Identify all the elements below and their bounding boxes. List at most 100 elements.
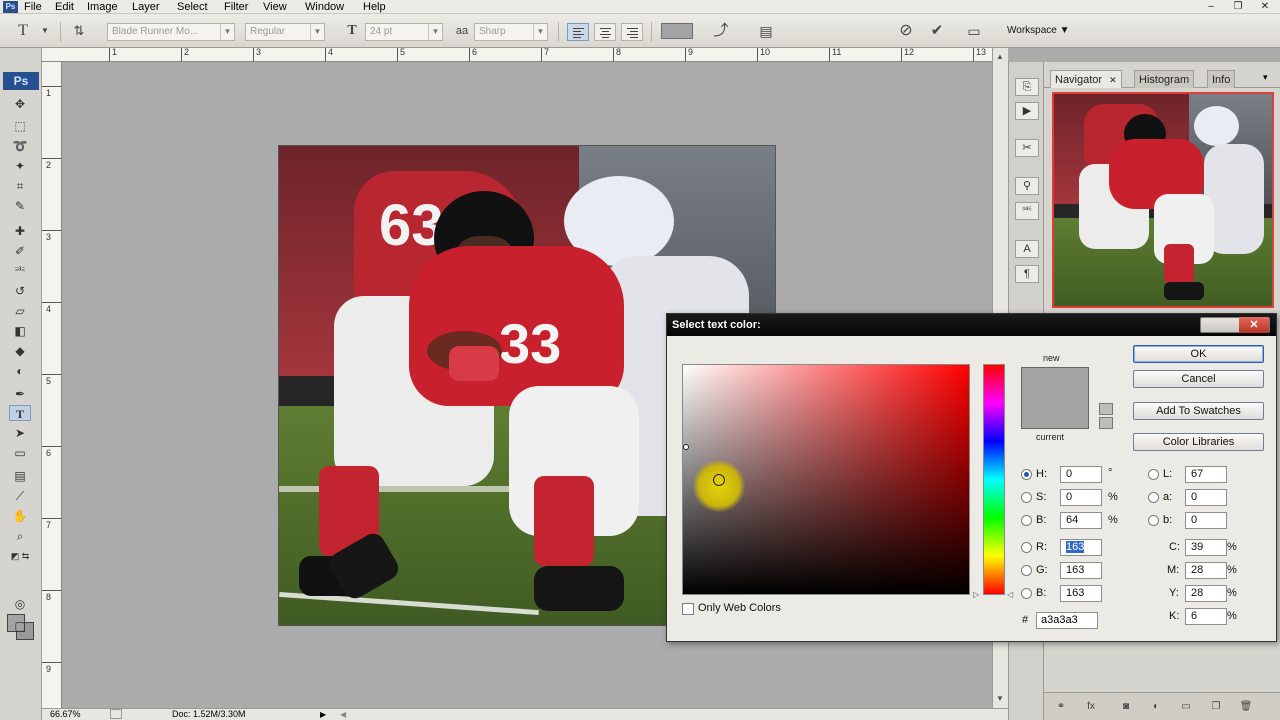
magenta-field[interactable]: 28 (1185, 562, 1227, 579)
gamut-warning-icon[interactable] (1099, 403, 1113, 415)
blue-radio[interactable] (1021, 588, 1032, 599)
crop-tool-icon[interactable]: ⌗ (9, 178, 31, 194)
menu-layer[interactable]: Layer (130, 0, 162, 14)
yellow-field[interactable]: 28 (1185, 585, 1227, 602)
scroll-up-icon[interactable]: ▲ (996, 52, 1004, 61)
quick-mask-icon[interactable]: ◎ (9, 596, 31, 612)
marquee-tool-icon[interactable]: ⬚ (9, 118, 31, 134)
cyan-field[interactable]: 39 (1185, 539, 1227, 556)
link-icon[interactable]: ⚭ (1054, 701, 1068, 713)
tab-info[interactable]: Info (1207, 70, 1236, 88)
chevron-down-icon[interactable]: ▼ (36, 23, 54, 39)
default-colors-icon[interactable]: ◩ ⇆ (9, 548, 31, 564)
brightness-field[interactable]: 64 (1060, 512, 1102, 529)
font-style-dropdown[interactable]: Regular ▼ (245, 23, 325, 41)
color-picker-circle[interactable] (713, 474, 725, 486)
align-right-button[interactable] (621, 23, 643, 41)
menu-window[interactable]: Window (303, 0, 346, 14)
hand-tool-icon[interactable]: ✋ (9, 508, 31, 524)
menu-image[interactable]: Image (85, 0, 120, 14)
lab-l-field[interactable]: 67 (1185, 466, 1227, 483)
healing-brush-tool-icon[interactable]: ✚ (9, 223, 31, 239)
paragraph-panel-icon[interactable]: ¶ (1015, 265, 1039, 283)
minimize-button[interactable]: – (1200, 0, 1222, 14)
black-field[interactable]: 6 (1185, 608, 1227, 625)
blur-tool-icon[interactable]: ◆ (9, 343, 31, 359)
path-selection-tool-icon[interactable]: ➤ (9, 425, 31, 441)
commit-edit-icon[interactable]: ✔ (928, 23, 946, 39)
rectangle-tool-icon[interactable]: ▭ (9, 445, 31, 461)
lab-l-radio[interactable] (1148, 469, 1159, 480)
history-panel-icon[interactable]: ⎘ (1015, 78, 1039, 96)
lab-a-radio[interactable] (1148, 492, 1159, 503)
horizontal-ruler[interactable]: 1 2 3 4 5 6 7 8 9 10 11 12 13 (42, 48, 992, 62)
vertical-ruler[interactable]: 1 2 3 4 5 6 7 8 9 (42, 62, 62, 708)
workspace-icon[interactable]: ▭ (962, 23, 986, 39)
cancel-button[interactable]: Cancel (1133, 370, 1264, 388)
text-tool-icon[interactable]: T (9, 405, 31, 421)
lab-a-field[interactable]: 0 (1185, 489, 1227, 506)
trash-icon[interactable]: 🗑 (1239, 701, 1253, 713)
pen-tool-icon[interactable]: ✒ (9, 386, 31, 402)
hex-field[interactable]: a3a3a3 (1036, 612, 1098, 629)
close-icon[interactable]: ✕ (1239, 317, 1269, 333)
saturation-field[interactable]: 0 (1060, 489, 1102, 506)
folder-icon[interactable]: ▭ (1179, 701, 1193, 713)
clone-source-icon[interactable]: ⎃ (1015, 202, 1039, 220)
move-tool-icon[interactable]: ✥ (9, 96, 31, 112)
font-family-dropdown[interactable]: Blade Runner Mo... ▼ (107, 23, 235, 41)
brush-tool-icon[interactable]: ✐ (9, 243, 31, 259)
align-center-button[interactable] (594, 23, 616, 41)
scroll-down-icon[interactable]: ▼ (996, 694, 1004, 703)
font-size-dropdown[interactable]: 24 pt ▼ (365, 23, 443, 41)
tab-navigator[interactable]: Navigator ✕ (1050, 70, 1122, 88)
lasso-tool-icon[interactable]: ➰ (9, 138, 31, 154)
warp-text-icon[interactable]: ⤴ (712, 23, 730, 39)
only-web-colors-checkbox[interactable] (682, 603, 694, 615)
app-logo-icon[interactable]: Ps (3, 1, 18, 13)
green-field[interactable]: 163 (1060, 562, 1102, 579)
menu-select[interactable]: Select (175, 0, 210, 14)
character-panel-icon[interactable]: A (1015, 240, 1039, 258)
menu-filter[interactable]: Filter (222, 0, 250, 14)
mask-icon[interactable]: ◙ (1119, 701, 1133, 713)
restore-button[interactable]: ❐ (1227, 0, 1249, 14)
red-field[interactable]: 163 (1060, 539, 1102, 556)
gradient-tool-icon[interactable]: ◧ (9, 323, 31, 339)
text-tool-preset-icon[interactable]: T (14, 23, 32, 39)
antialias-dropdown[interactable]: Sharp ▼ (474, 23, 548, 41)
menu-help[interactable]: Help (361, 0, 388, 14)
web-safe-cube-icon[interactable] (1099, 417, 1113, 429)
history-brush-tool-icon[interactable]: ↺ (9, 283, 31, 299)
eyedropper-sample-tool-icon[interactable]: ⟋ (9, 488, 31, 504)
green-radio[interactable] (1021, 565, 1032, 576)
menu-view[interactable]: View (261, 0, 289, 14)
status-icon[interactable] (110, 709, 122, 719)
panel-menu-icon[interactable]: ▾ (1263, 72, 1268, 83)
tab-histogram[interactable]: Histogram (1134, 70, 1195, 88)
fx-icon[interactable]: fx (1084, 701, 1098, 713)
lab-b-radio[interactable] (1148, 515, 1159, 526)
menu-edit[interactable]: Edit (53, 0, 76, 14)
hue-radio[interactable] (1021, 469, 1032, 480)
status-menu-arrow-icon[interactable]: ▶ (320, 709, 326, 720)
actions-panel-icon[interactable]: ▶ (1015, 102, 1039, 120)
dodge-tool-icon[interactable]: ◐ (9, 363, 31, 379)
zoom-level[interactable]: 66.67% (50, 709, 81, 720)
zoom-tool-icon[interactable]: ⌕ (9, 528, 31, 544)
character-panel-icon[interactable]: ▤ (757, 23, 775, 39)
blue-field[interactable]: 163 (1060, 585, 1102, 602)
eraser-tool-icon[interactable]: ▱ (9, 303, 31, 319)
slider-left-arrow-icon[interactable]: ▷ (973, 590, 979, 599)
text-orientation-icon[interactable]: ⇅ (70, 23, 88, 39)
menu-file[interactable]: File (22, 0, 44, 14)
dialog-close-button[interactable]: ✕ (1200, 317, 1270, 333)
only-web-colors-label[interactable]: Only Web Colors (698, 602, 781, 614)
workspace-menu[interactable]: Workspace ▼ (1007, 23, 1087, 39)
magic-wand-tool-icon[interactable]: ✦ (9, 158, 31, 174)
red-radio[interactable] (1021, 542, 1032, 553)
hue-slider[interactable] (983, 364, 1005, 595)
cancel-edit-icon[interactable]: ⊘ (897, 23, 915, 39)
brightness-radio[interactable] (1021, 515, 1032, 526)
add-to-swatches-button[interactable]: Add To Swatches (1133, 402, 1264, 420)
